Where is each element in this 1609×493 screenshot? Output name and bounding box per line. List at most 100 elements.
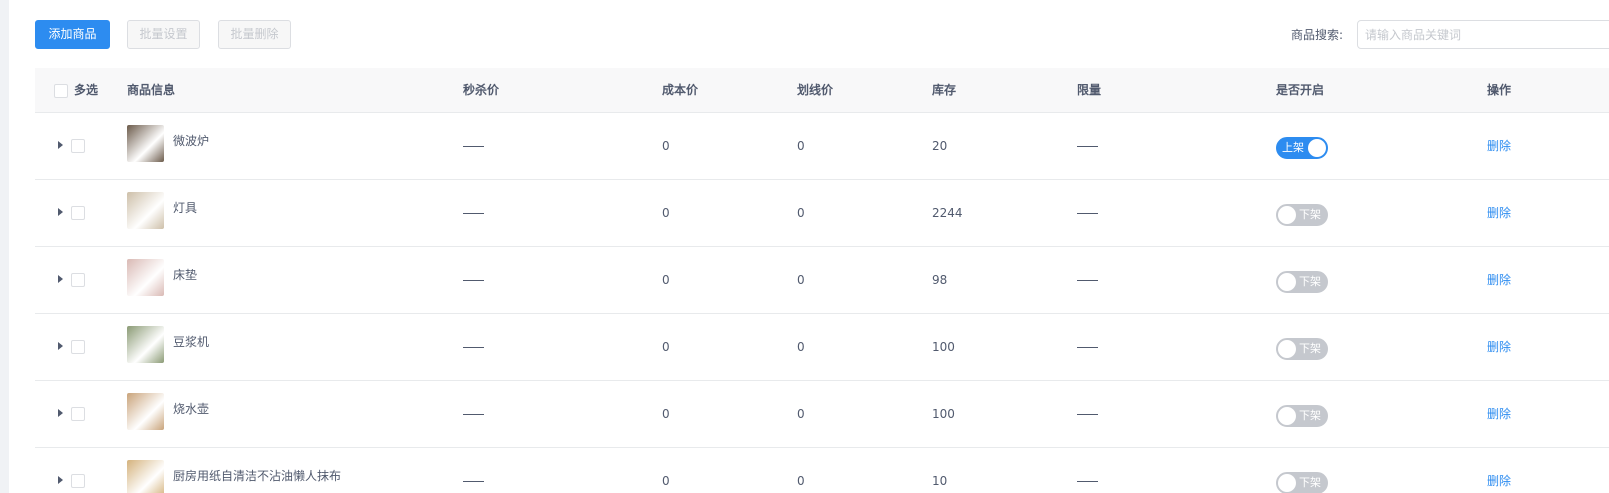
search-label: 商品搜索: [1291, 28, 1344, 42]
stock-value: 100 [932, 340, 955, 354]
select-all-checkbox[interactable] [54, 84, 68, 98]
stock-value: 2244 [932, 206, 963, 220]
limit-empty [1077, 213, 1098, 214]
strike-price: 0 [797, 474, 805, 488]
add-product-button[interactable]: 添加商品 [35, 20, 110, 49]
expand-arrow-icon[interactable] [58, 476, 63, 484]
strike-price: 0 [797, 139, 805, 153]
status-toggle[interactable]: 下架 [1276, 338, 1328, 360]
limit-empty [1077, 481, 1098, 482]
table-row: 灯具 0 0 2244 下架 删除 [35, 180, 1609, 247]
header-stock: 库存 [932, 83, 957, 97]
delete-link[interactable]: 删除 [1487, 381, 1511, 447]
delete-link[interactable]: 删除 [1487, 314, 1511, 380]
cost-price: 0 [662, 273, 670, 287]
product-name: 豆浆机 [173, 335, 210, 349]
limit-empty [1077, 347, 1098, 348]
product-thumbnail [127, 460, 164, 493]
flash-price-empty [463, 414, 484, 415]
toolbar: 添加商品 批量设置 批量删除 商品搜索: [9, 0, 1609, 68]
batch-delete-button[interactable]: 批量删除 [218, 20, 291, 49]
status-toggle-label: 下架 [1299, 476, 1321, 489]
flash-price-empty [463, 146, 484, 147]
delete-link[interactable]: 删除 [1487, 448, 1511, 493]
table-row: 床垫 0 0 98 下架 删除 [35, 247, 1609, 314]
expand-arrow-icon[interactable] [58, 409, 63, 417]
status-toggle-label: 下架 [1299, 342, 1321, 355]
stock-value: 10 [932, 474, 948, 488]
status-toggle[interactable]: 下架 [1276, 405, 1328, 427]
cost-price: 0 [662, 340, 670, 354]
status-toggle[interactable]: 下架 [1276, 204, 1328, 226]
batch-settings-button[interactable]: 批量设置 [127, 20, 200, 49]
status-toggle-label: 下架 [1299, 208, 1321, 221]
table-header: 多选 商品信息 秒杀价 成本价 划线价 库存 限量 是否开启 操作 [35, 68, 1609, 113]
product-name: 灯具 [173, 201, 198, 215]
product-thumbnail [127, 259, 164, 296]
row-checkbox[interactable] [71, 407, 85, 421]
table-row: 微波炉 0 0 20 上架 删除 [35, 113, 1609, 180]
stock-value: 20 [932, 139, 948, 153]
delete-link[interactable]: 删除 [1487, 180, 1511, 246]
row-checkbox[interactable] [71, 273, 85, 287]
header-strike-price: 划线价 [797, 83, 834, 97]
cost-price: 0 [662, 206, 670, 220]
strike-price: 0 [797, 273, 805, 287]
status-toggle-label: 上架 [1282, 141, 1304, 154]
expand-arrow-icon[interactable] [58, 208, 63, 216]
status-toggle-label: 下架 [1299, 409, 1321, 422]
search-input[interactable] [1357, 20, 1609, 49]
header-limit: 限量 [1077, 83, 1102, 97]
toggle-knob [1308, 139, 1326, 157]
row-checkbox[interactable] [71, 340, 85, 354]
limit-empty [1077, 280, 1098, 281]
header-enabled: 是否开启 [1276, 83, 1325, 97]
row-checkbox[interactable] [71, 206, 85, 220]
table-row: 烧水壶 0 0 100 下架 删除 [35, 381, 1609, 448]
product-name: 床垫 [173, 268, 198, 282]
limit-empty [1077, 146, 1098, 147]
flash-price-empty [463, 280, 484, 281]
cost-price: 0 [662, 139, 670, 153]
status-toggle-label: 下架 [1299, 275, 1321, 288]
row-checkbox[interactable] [71, 139, 85, 153]
header-flash-price: 秒杀价 [463, 83, 500, 97]
flash-price-empty [463, 481, 484, 482]
toggle-knob [1278, 474, 1296, 492]
header-cost-price: 成本价 [662, 83, 699, 97]
toggle-knob [1278, 340, 1296, 358]
delete-link[interactable]: 删除 [1487, 247, 1511, 313]
strike-price: 0 [797, 407, 805, 421]
stock-value: 100 [932, 407, 955, 421]
status-toggle[interactable]: 下架 [1276, 472, 1328, 493]
product-thumbnail [127, 326, 164, 363]
product-thumbnail [127, 192, 164, 229]
product-name: 烧水壶 [173, 402, 210, 416]
strike-price: 0 [797, 206, 805, 220]
content-panel: 添加商品 批量设置 批量删除 商品搜索: 多选 商品信息 秒杀价 成本价 划线价… [9, 0, 1609, 493]
toggle-knob [1278, 206, 1296, 224]
cost-price: 0 [662, 474, 670, 488]
status-toggle[interactable]: 下架 [1276, 271, 1328, 293]
product-name: 微波炉 [173, 134, 210, 148]
table-row: 豆浆机 0 0 100 下架 删除 [35, 314, 1609, 381]
toggle-knob [1278, 407, 1296, 425]
expand-arrow-icon[interactable] [58, 342, 63, 350]
row-checkbox[interactable] [71, 474, 85, 488]
flash-price-empty [463, 213, 484, 214]
product-table: 多选 商品信息 秒杀价 成本价 划线价 库存 限量 是否开启 操作 微波炉 0 0 2… [35, 68, 1609, 493]
expand-arrow-icon[interactable] [58, 141, 63, 149]
flash-price-empty [463, 347, 484, 348]
strike-price: 0 [797, 340, 805, 354]
table-body: 微波炉 0 0 20 上架 删除 灯具 0 0 2244 下架 删除 床垫 0 0 98 下架 删除 豆浆机 0 0 10… [35, 113, 1609, 493]
product-thumbnail [127, 125, 164, 162]
header-action: 操作 [1487, 83, 1512, 97]
table-row: 厨房用纸自清洁不沾油懒人抹布 0 0 10 下架 删除 [35, 448, 1609, 493]
toggle-knob [1278, 273, 1296, 291]
header-product-info: 商品信息 [127, 83, 176, 97]
delete-link[interactable]: 删除 [1487, 113, 1511, 179]
product-name: 厨房用纸自清洁不沾油懒人抹布 [173, 469, 342, 483]
expand-arrow-icon[interactable] [58, 275, 63, 283]
status-toggle[interactable]: 上架 [1276, 137, 1328, 159]
stock-value: 98 [932, 273, 948, 287]
